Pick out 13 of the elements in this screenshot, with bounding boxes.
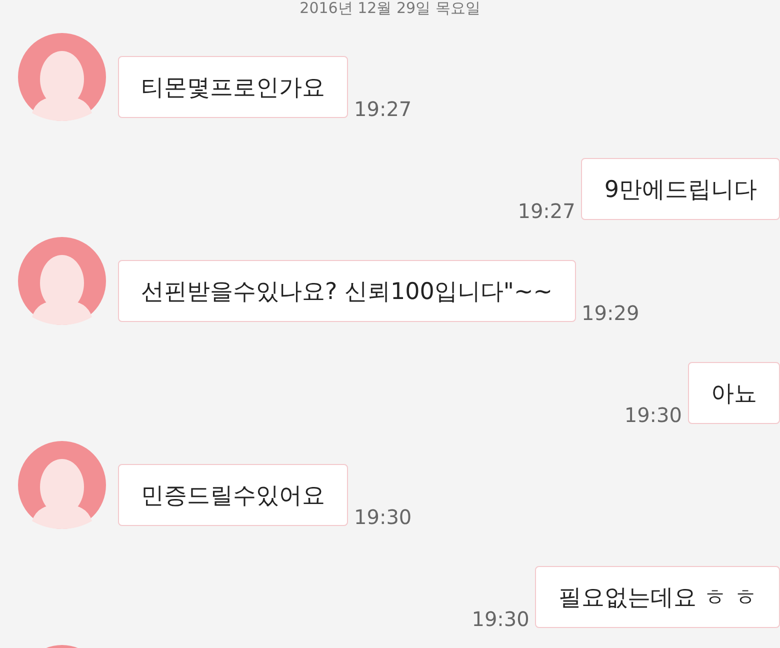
message-bubble: 필요없는데요 ㅎ ㅎ xyxy=(535,566,780,628)
date-label: 2016년 12월 29일 목요일 xyxy=(300,0,480,17)
message-bubble: 아뇨 xyxy=(688,362,780,424)
message-time: 19:27 xyxy=(354,97,412,121)
message-time: 19:30 xyxy=(472,607,530,631)
message-bubble: 민증드릴수있어요 xyxy=(118,464,348,526)
message-bubble: 선핀받을수있나요? 신뢰100입니다"~~ xyxy=(118,260,576,322)
message-bubble: 9만에드립니다 xyxy=(581,158,780,220)
message-time: 19:30 xyxy=(624,403,682,427)
message-bubble: 티몬몇프로인가요 xyxy=(118,56,348,118)
message-time: 19:27 xyxy=(518,199,576,223)
message-time: 19:29 xyxy=(582,301,640,325)
message-time: 19:30 xyxy=(354,505,412,529)
